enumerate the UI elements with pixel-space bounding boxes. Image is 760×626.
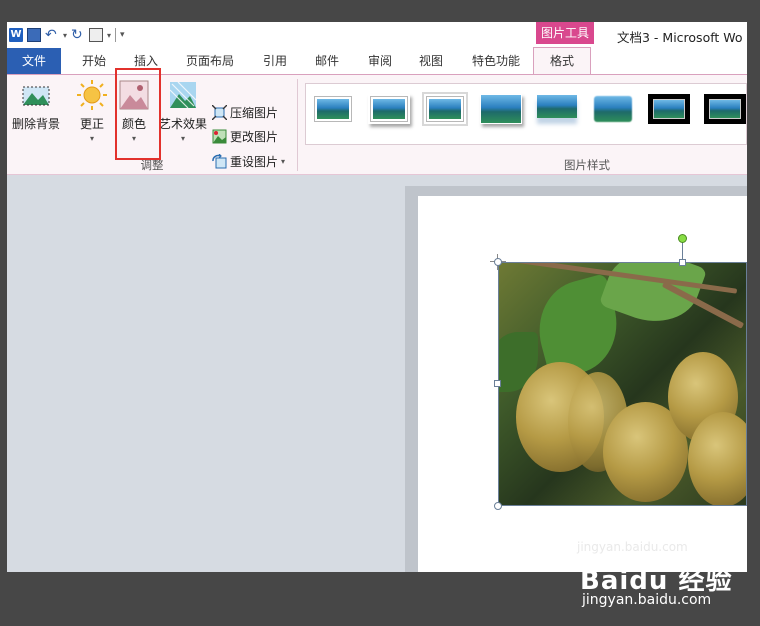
remove-background-button[interactable]: 删除背景 [10,79,62,132]
word-window: W ↶ ▾ ↻ ▾ ▾ 图片工具 文档3 - Microsoft Wo 文件 开… [7,22,747,572]
ribbon: 删除背景 更正 ▾ 颜色 ▾ 艺术效果 ▾ 压缩图片 更改图片 重设图片 ▾ 调… [7,68,747,175]
redo-icon[interactable]: ↻ [71,28,85,42]
picture-style-2[interactable] [368,94,410,124]
save-icon[interactable] [27,28,41,42]
watermark-small-text: jingyan.baidu.com [577,540,688,554]
resize-handle-left[interactable] [494,380,501,387]
title-bar: W ↶ ▾ ↻ ▾ ▾ 图片工具 文档3 - Microsoft Wo 文件 开… [7,22,747,74]
corrections-label: 更正 [79,117,104,131]
print-dropdown-icon[interactable]: ▾ [107,31,111,40]
artistic-effects-label: 艺术效果 [158,117,207,131]
document-title: 文档3 - Microsoft Wo [617,30,743,45]
sun-icon [76,79,108,111]
compress-pictures-button[interactable]: 压缩图片 [211,104,279,121]
undo-icon[interactable]: ↶ [45,28,59,42]
remove-background-label: 删除背景 [11,117,60,131]
tab-mailings[interactable]: 邮件 [297,48,357,74]
undo-dropdown-icon[interactable]: ▾ [63,31,67,40]
quick-access-toolbar: W ↶ ▾ ↻ ▾ ▾ [7,24,125,46]
tab-references[interactable]: 引用 [253,48,297,74]
reset-picture-button[interactable]: 重设图片 ▾ [212,153,285,170]
tab-review[interactable]: 审阅 [357,48,403,74]
picture-tools-context-label: 图片工具 [536,22,594,44]
word-app-icon[interactable]: W [9,28,23,42]
reset-picture-dropdown-icon: ▾ [281,157,286,166]
reset-picture-icon [212,153,227,169]
change-picture-icon [212,129,227,144]
artistic-effects-dropdown-icon: ▾ [180,134,185,143]
picture-style-1[interactable] [312,94,354,124]
picture-styles-gallery [305,83,747,145]
picture-style-6[interactable] [592,94,634,124]
print-preview-icon[interactable] [89,28,104,42]
picture-style-4[interactable] [480,94,522,124]
picture-style-7[interactable] [648,94,690,124]
remove-background-icon [20,79,52,111]
tab-file[interactable]: 文件 [7,48,61,74]
artistic-effects-button[interactable]: 艺术效果 ▾ [157,79,209,143]
corrections-dropdown-icon: ▾ [89,134,94,143]
group-separator [297,79,298,171]
tab-special-features[interactable]: 特色功能 [459,48,533,74]
rotation-handle[interactable] [678,234,687,243]
artistic-effects-icon [167,79,199,111]
compress-icon [211,104,228,121]
tab-view[interactable]: 视图 [403,48,459,74]
picture-style-3[interactable] [424,94,466,124]
corrections-button[interactable]: 更正 ▾ [75,79,109,143]
compress-label: 压缩图片 [230,106,279,120]
resize-handle-top[interactable] [679,259,686,266]
tab-format[interactable]: 格式 [533,47,591,74]
color-button-highlight [115,68,161,160]
change-picture-label: 更改图片 [230,130,279,144]
selection-border [498,262,747,506]
resize-handle-bottom-left[interactable] [494,502,502,510]
tab-page-layout[interactable]: 页面布局 [167,48,253,74]
picture-style-8[interactable] [704,94,746,124]
resize-handle-top-left[interactable] [494,258,502,266]
watermark-url: jingyan.baidu.com [582,592,712,608]
picture-style-5[interactable] [536,94,578,124]
change-picture-button[interactable]: 更改图片 [212,128,278,145]
reset-picture-label: 重设图片 [230,155,279,169]
qat-separator [115,28,117,42]
customize-icon[interactable]: ▾ [120,30,125,40]
picture-styles-group-label: 图片样式 [564,158,610,172]
